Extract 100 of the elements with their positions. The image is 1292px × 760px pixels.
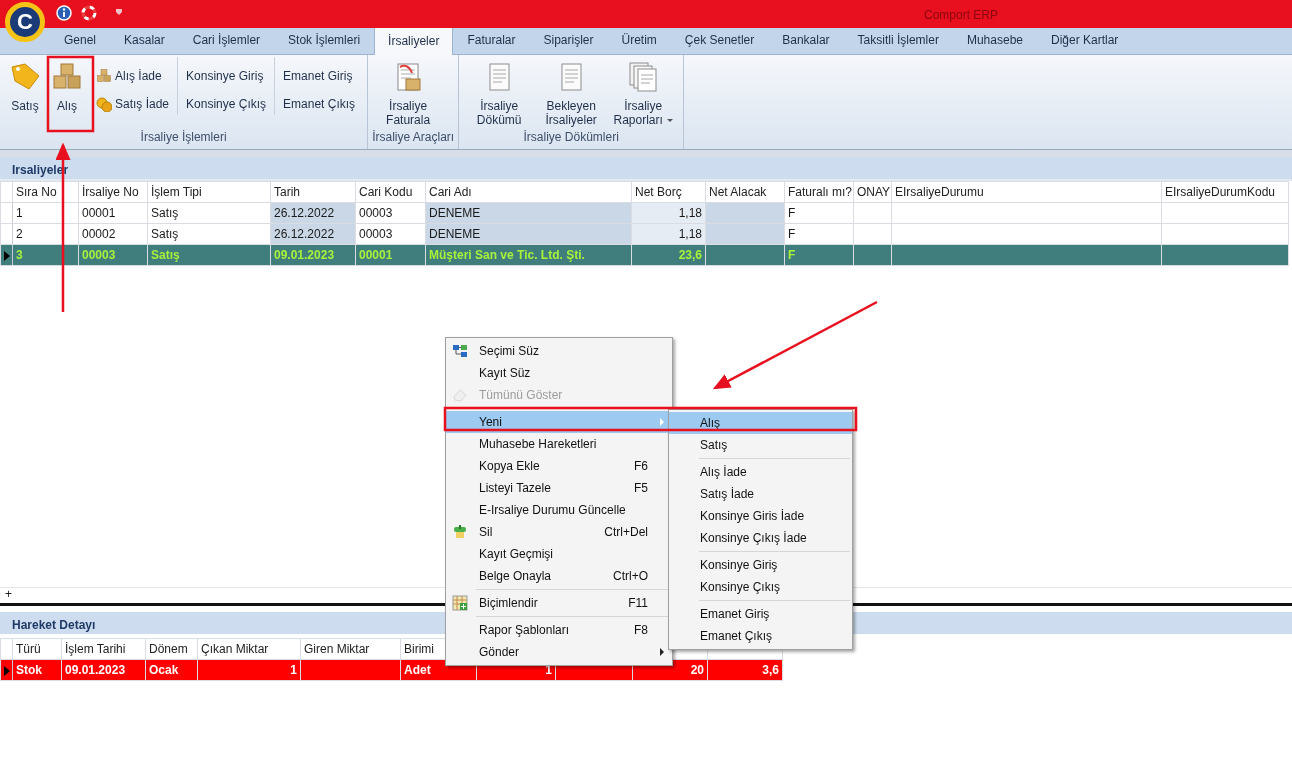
ribbon-button[interactable]: Bekleyen İrsaliyeler xyxy=(535,57,608,127)
menu-item[interactable]: Satış xyxy=(669,434,852,456)
table-cell: Satış xyxy=(147,223,271,245)
menu-item[interactable]: Konsinye Çıkış İade xyxy=(669,527,852,549)
table-cell: 1 xyxy=(12,202,79,224)
table-cell: F xyxy=(784,223,854,245)
ribbon-button[interactable]: Satış xyxy=(4,57,46,113)
menu-item[interactable]: Alış İade xyxy=(669,461,852,483)
column-header[interactable]: EIrsaliyeDurumKodu xyxy=(1161,181,1289,203)
ribbon-tab[interactable]: Faturalar xyxy=(453,26,530,54)
ribbon-tab[interactable]: Siparişler xyxy=(529,26,608,54)
menu-item[interactable]: Belge Onayla Ctrl+O xyxy=(446,565,672,587)
group-label: İrsaliye İşlemleri xyxy=(139,129,228,146)
column-header[interactable]: Giren Miktar xyxy=(300,638,401,660)
table-cell: 00001 xyxy=(78,202,148,224)
ribbon-tab[interactable]: Genel xyxy=(50,26,111,54)
column-header[interactable]: Net Alacak xyxy=(705,181,785,203)
menu-item[interactable]: Alış xyxy=(669,412,852,434)
ribbon-tab[interactable]: Muhasebe xyxy=(952,26,1037,54)
add-row-button[interactable]: + xyxy=(5,585,12,603)
ribbon-button[interactable]: Alış xyxy=(46,57,88,113)
group-label: İrsaliye Araçları xyxy=(372,129,455,146)
group-label: İrsaliye Dökümleri xyxy=(522,129,620,146)
ribbon-button[interactable]: Alış İade xyxy=(94,65,172,87)
shortcut-label: F11 xyxy=(628,595,648,612)
table-row[interactable]: 2 00002 Satış 26.12.2022 00003 DENEME 1,18 F xyxy=(0,223,1289,245)
ribbon-button[interactable]: İrsaliye Raporları xyxy=(607,57,680,127)
table-cell: Satış xyxy=(147,202,271,224)
eraser-icon xyxy=(452,387,468,403)
shortcut-label: Ctrl+Del xyxy=(604,524,648,541)
ribbon-button[interactable]: Konsinye Çıkış xyxy=(184,93,269,115)
table-cell: 00002 xyxy=(78,223,148,245)
column-header[interactable]: Faturalı mı? xyxy=(784,181,854,203)
trash-icon xyxy=(452,524,468,540)
submenu-arrow-icon xyxy=(660,418,664,426)
column-header[interactable]: Tarih xyxy=(270,181,356,203)
table-cell: F xyxy=(784,202,854,224)
column-header[interactable]: İşlem Tipi xyxy=(147,181,271,203)
ribbon-tab[interactable]: İrsaliyeler xyxy=(374,27,454,55)
ribbon-tab[interactable]: Cari İşlemler xyxy=(178,26,275,54)
ribbon-button[interactable]: İrsaliye Faturala xyxy=(372,57,445,127)
dropdown-icon[interactable] xyxy=(114,7,124,17)
row-pointer-icon xyxy=(4,665,10,676)
ribbon-tab[interactable]: Diğer Kartlar xyxy=(1037,26,1133,54)
menu-item[interactable]: Kopya Ekle F6 xyxy=(446,455,672,477)
info-icon[interactable] xyxy=(56,5,72,21)
boxes-icon xyxy=(96,68,112,84)
column-header[interactable]: Net Borç xyxy=(631,181,706,203)
coins-icon xyxy=(96,96,112,112)
menu-item[interactable]: Kayıt Süz xyxy=(446,362,672,384)
app-logo[interactable]: C xyxy=(5,2,45,42)
shortcut-label: F5 xyxy=(634,480,648,497)
ribbon-button[interactable]: İrsaliye Dökümü xyxy=(463,57,536,127)
column-header[interactable]: ONAY xyxy=(853,181,892,203)
ribbon-tab[interactable]: Bankalar xyxy=(768,26,844,54)
table-cell: Müşteri San ve Tic. Ltd. Şti. xyxy=(425,244,632,266)
table-cell: 00003 xyxy=(355,202,426,224)
ribbon-tab[interactable]: Kasalar xyxy=(110,26,179,54)
menu-item[interactable]: Satış İade xyxy=(669,483,852,505)
column-header[interactable]: EIrsaliyeDurumu xyxy=(891,181,1162,203)
menu-item[interactable]: Listeyi Tazele F5 xyxy=(446,477,672,499)
column-header[interactable]: Türü xyxy=(12,638,62,660)
lifebuoy-icon[interactable] xyxy=(81,5,97,21)
menu-item[interactable]: Seçimi Süz xyxy=(446,340,672,362)
ribbon-button[interactable]: Satış İade xyxy=(94,93,172,115)
column-header[interactable]: Çıkan Miktar xyxy=(197,638,301,660)
column-header[interactable]: Cari Adı xyxy=(425,181,632,203)
menu-item[interactable]: E-Irsaliye Durumu Güncelle xyxy=(446,499,672,521)
filter-icon xyxy=(452,343,468,359)
menu-item[interactable]: Muhasebe Hareketleri xyxy=(446,433,672,455)
column-header[interactable]: İrsaliye No xyxy=(78,181,148,203)
table-row[interactable]: 1 00001 Satış 26.12.2022 00003 DENEME 1,18 F xyxy=(0,202,1289,224)
table-format-icon xyxy=(452,595,468,611)
shortcut-label: F6 xyxy=(634,458,648,475)
table-cell: 00003 xyxy=(355,223,426,245)
table-cell: DENEME xyxy=(425,223,632,245)
ribbon-button[interactable]: Emanet Giriş xyxy=(281,65,358,87)
menu-item[interactable]: Sil Ctrl+Del xyxy=(446,521,672,543)
menu-item[interactable]: Biçimlendir F11 xyxy=(446,592,672,614)
submenu-arrow-icon xyxy=(660,648,664,656)
ribbon-button[interactable]: Emanet Çıkış xyxy=(281,93,358,115)
shortcut-label: Ctrl+O xyxy=(613,568,648,585)
menu-item[interactable]: Konsinye Giriş xyxy=(669,554,852,576)
ribbon-tab[interactable]: Stok İşlemleri xyxy=(274,26,375,54)
table-cell: DENEME xyxy=(425,202,632,224)
column-header[interactable]: Sıra No xyxy=(12,181,79,203)
column-header[interactable]: Dönem xyxy=(145,638,198,660)
row-pointer-icon xyxy=(4,250,10,261)
menu-item[interactable]: Konsinye Giris İade xyxy=(669,505,852,527)
table-cell: 2 xyxy=(12,223,79,245)
ribbon-tab[interactable]: Üretim xyxy=(607,26,671,54)
window-title: Comport ERP xyxy=(924,7,998,24)
column-header[interactable]: İşlem Tarihi xyxy=(61,638,146,660)
ribbon-tab[interactable]: Taksitli İşlemler xyxy=(843,26,953,54)
column-header[interactable]: Cari Kodu xyxy=(355,181,426,203)
ribbon-tab[interactable]: Çek Senetler xyxy=(670,26,769,54)
ribbon-button[interactable]: Konsinye Giriş xyxy=(184,65,269,87)
menu-item[interactable]: Konsinye Çıkış xyxy=(669,576,852,598)
documents-icon xyxy=(627,61,660,93)
menu-item[interactable]: Kayıt Geçmişi xyxy=(446,543,672,565)
